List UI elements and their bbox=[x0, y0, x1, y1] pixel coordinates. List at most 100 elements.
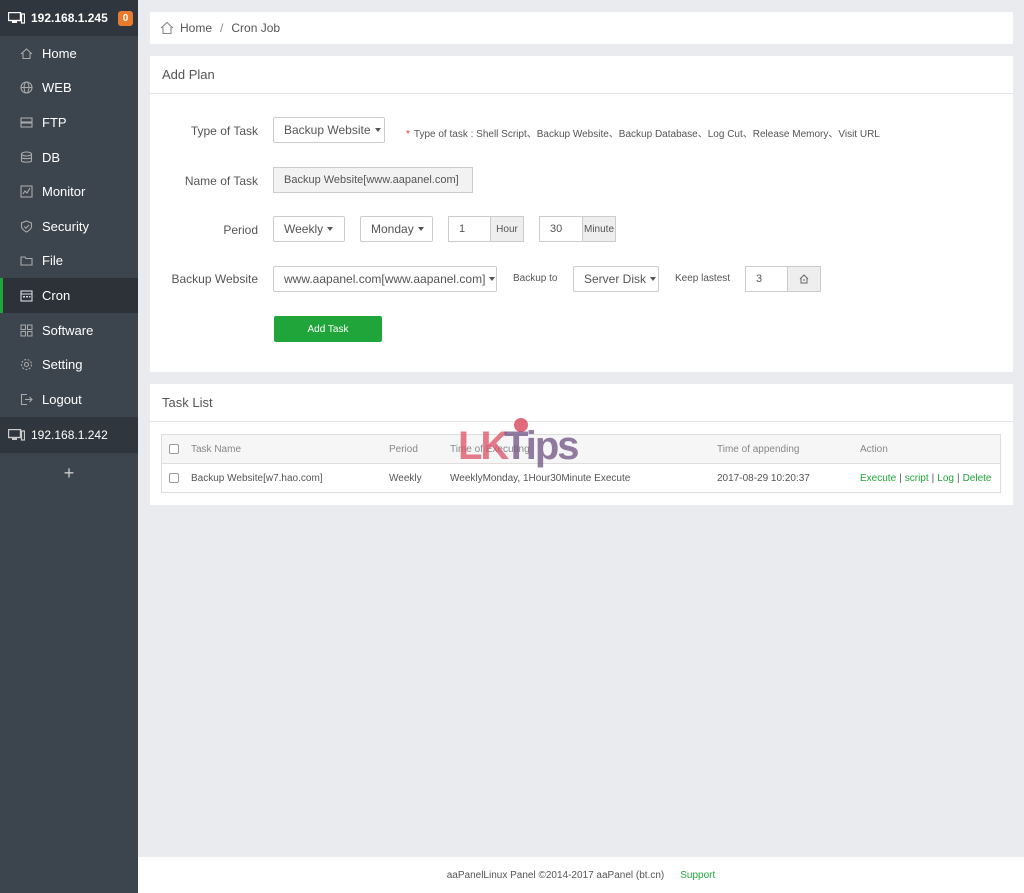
sidebar-item-web[interactable]: WEB bbox=[0, 71, 138, 106]
monitor-icon bbox=[8, 428, 25, 441]
shield-icon bbox=[20, 220, 33, 233]
weekday-value: Monday bbox=[371, 222, 414, 236]
action-separator: | bbox=[931, 472, 935, 484]
name-label: Name of Task bbox=[184, 174, 258, 188]
sidebar-item-file[interactable]: File bbox=[0, 244, 138, 279]
sidebar-item-label: Cron bbox=[42, 287, 71, 303]
home-icon bbox=[20, 48, 33, 59]
monitor-icon bbox=[8, 12, 25, 24]
task-type-value: Backup Website bbox=[284, 123, 371, 137]
panel-title: Task List bbox=[150, 384, 1013, 422]
watermark-logo: LK Tips bbox=[458, 418, 580, 474]
table-header: Task Name Period Time of Executing Time … bbox=[162, 435, 1000, 464]
sidebar-item-label: DB bbox=[42, 149, 61, 165]
breadcrumb-current: Cron Job bbox=[231, 21, 281, 35]
delete-link[interactable]: Delete bbox=[963, 473, 992, 484]
grid-icon bbox=[20, 324, 33, 337]
sidebar-item-label: Logout bbox=[42, 391, 82, 407]
row-checkbox[interactable] bbox=[169, 473, 179, 483]
type-label: Type of Task bbox=[190, 124, 258, 138]
support-link[interactable]: Support bbox=[680, 870, 715, 881]
calendar-icon bbox=[20, 290, 33, 302]
server-item-2[interactable]: 192.168.1.242 bbox=[0, 416, 138, 453]
home-icon[interactable] bbox=[160, 21, 174, 35]
task-type-select[interactable]: Backup Website bbox=[273, 117, 385, 143]
log-link[interactable]: Log bbox=[937, 473, 954, 484]
notification-badge[interactable]: 0 bbox=[118, 10, 133, 26]
column-header: Period bbox=[389, 443, 418, 455]
sidebar-item-ftp[interactable]: FTP bbox=[0, 105, 138, 140]
sidebar-item-cron[interactable]: Cron bbox=[0, 278, 138, 313]
weekday-select[interactable]: Monday bbox=[360, 216, 433, 242]
backup-to-select[interactable]: Server Disk bbox=[573, 266, 659, 292]
sidebar-item-label: File bbox=[42, 253, 63, 269]
keep-unit-addon bbox=[787, 266, 821, 292]
keep-label: Keep lastest bbox=[675, 273, 731, 284]
sidebar-item-software[interactable]: Software bbox=[0, 313, 138, 348]
breadcrumb-home[interactable]: Home bbox=[180, 21, 212, 35]
task-table: Task Name Period Time of Executing Time … bbox=[161, 434, 1001, 493]
task-executing-cell: WeeklyMonday, 1Hour30Minute Execute bbox=[450, 472, 631, 484]
add-task-button[interactable]: Add Task bbox=[274, 316, 382, 342]
chevron-down-icon bbox=[417, 227, 424, 231]
task-type-hint: * Type of task : Shell Script、Backup Webs… bbox=[406, 125, 880, 140]
sidebar: 192.168.1.245 0 Home WEB FTP DB Monitor … bbox=[0, 0, 138, 893]
table-row: Backup Website[w7.hao.com] Weekly Weekly… bbox=[162, 464, 1000, 492]
backup-site-select[interactable]: www.aapanel.com[www.aapanel.com] bbox=[273, 266, 497, 292]
required-star: * bbox=[406, 129, 410, 140]
column-header: Action bbox=[860, 443, 888, 455]
sidebar-item-logout[interactable]: Logout bbox=[0, 382, 138, 417]
sidebar-item-home[interactable]: Home bbox=[0, 36, 138, 71]
action-separator: | bbox=[956, 472, 960, 484]
execute-link[interactable]: Execute bbox=[860, 473, 896, 484]
add-plan-panel: Add Plan Type of Task Backup Website * Ty… bbox=[150, 56, 1013, 372]
sidebar-item-security[interactable]: Security bbox=[0, 209, 138, 244]
copies-icon bbox=[799, 274, 809, 284]
period-select[interactable]: Weekly bbox=[273, 216, 345, 242]
globe-icon bbox=[20, 81, 33, 94]
task-list-panel: Task List Task Name Period Time of Execu… bbox=[150, 384, 1013, 505]
gear-icon bbox=[20, 359, 33, 371]
database-icon bbox=[20, 151, 33, 163]
footer-copyright: aaPanelLinux Panel ©2014-2017 aaPanel (b… bbox=[446, 869, 665, 881]
period-label: Period bbox=[223, 223, 258, 237]
column-header: Time of appending bbox=[717, 443, 800, 455]
script-link[interactable]: script bbox=[905, 473, 929, 484]
chevron-down-icon bbox=[650, 277, 657, 281]
period-value: Weekly bbox=[284, 222, 324, 236]
minute-unit: Minute bbox=[582, 216, 616, 242]
add-server-button[interactable]: + bbox=[0, 463, 138, 484]
task-appending-cell: 2017-08-29 10:20:37 bbox=[717, 472, 810, 484]
sidebar-item-label: WEB bbox=[42, 80, 72, 96]
sidebar-item-monitor[interactable]: Monitor bbox=[0, 174, 138, 209]
hour-unit: Hour bbox=[490, 216, 524, 242]
sidebar-nav: Home WEB FTP DB Monitor Security File Cr… bbox=[0, 36, 138, 417]
backup-to-label: Backup to bbox=[513, 273, 558, 284]
footer: aaPanelLinux Panel ©2014-2017 aaPanel (b… bbox=[138, 857, 1024, 893]
task-name-input[interactable]: Backup Website[www.aapanel.com] bbox=[273, 167, 473, 193]
task-type-hint-text: Type of task : Shell Script、Backup Websi… bbox=[413, 129, 880, 140]
breadcrumb: Home / Cron Job bbox=[150, 12, 1013, 44]
sidebar-item-label: Setting bbox=[42, 357, 83, 373]
panel-title: Add Plan bbox=[150, 56, 1013, 94]
breadcrumb-separator: / bbox=[220, 21, 224, 35]
chevron-down-icon bbox=[374, 128, 381, 132]
ftp-icon bbox=[20, 117, 33, 128]
monitor-icon bbox=[20, 185, 33, 198]
server-header[interactable]: 192.168.1.245 0 bbox=[0, 0, 138, 36]
minute-input[interactable]: 30 bbox=[539, 216, 583, 242]
task-name-cell: Backup Website[w7.hao.com] bbox=[191, 472, 323, 484]
hour-input[interactable]: 1 bbox=[448, 216, 491, 242]
folder-icon bbox=[20, 256, 33, 266]
logout-icon bbox=[20, 393, 33, 405]
select-all-checkbox[interactable] bbox=[169, 444, 179, 454]
task-actions: Execute | script | Log | Delete bbox=[860, 473, 991, 484]
chevron-down-icon bbox=[489, 277, 496, 281]
backup-to-value: Server Disk bbox=[584, 272, 647, 286]
server-ip: 192.168.1.245 bbox=[31, 11, 108, 25]
chevron-down-icon bbox=[327, 227, 334, 231]
sidebar-item-label: Security bbox=[42, 218, 89, 234]
keep-input[interactable]: 3 bbox=[745, 266, 788, 292]
sidebar-item-db[interactable]: DB bbox=[0, 140, 138, 175]
sidebar-item-setting[interactable]: Setting bbox=[0, 347, 138, 382]
